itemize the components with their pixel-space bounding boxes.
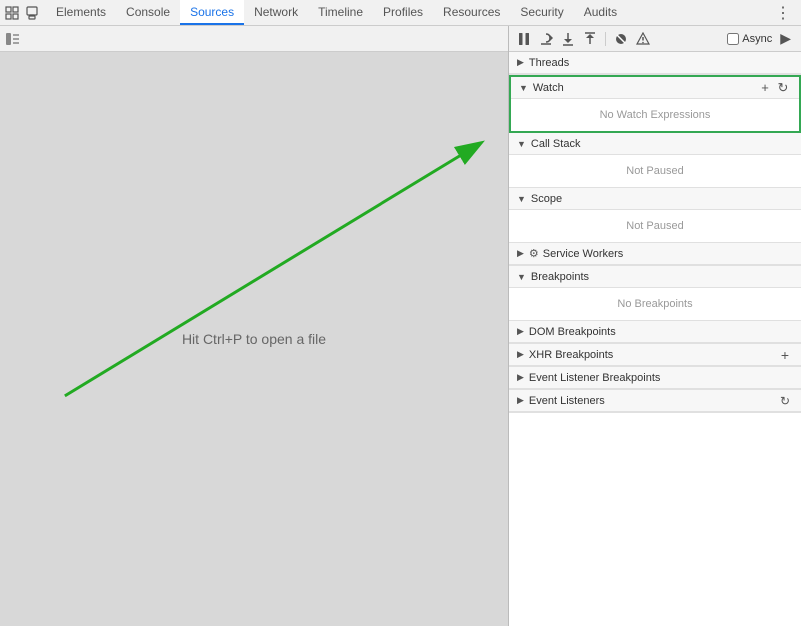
scope-section-title: Scope [531, 193, 793, 205]
step-into-button[interactable] [559, 30, 577, 48]
step-out-button[interactable] [581, 30, 599, 48]
async-checkbox-label: Async [727, 33, 772, 45]
event-listener-breakpoints-section: ▶ Event Listener Breakpoints [509, 367, 801, 390]
xhr-breakpoints-section-header[interactable]: ▶ XHR Breakpoints + [509, 344, 801, 366]
main-tab-bar: Elements Console Sources Network Timelin… [0, 0, 801, 26]
watch-refresh-button[interactable]: ↻ [775, 80, 791, 96]
sources-hint-text: Hit Ctrl+P to open a file [182, 331, 326, 347]
breakpoints-section: ▼ Breakpoints No Breakpoints [509, 266, 801, 321]
tab-console[interactable]: Console [116, 0, 180, 25]
event-listeners-section: ▶ Event Listeners ↻ [509, 390, 801, 413]
scope-triangle: ▼ [517, 194, 526, 204]
watch-add-button[interactable]: + [757, 80, 773, 96]
xhr-breakpoints-triangle: ▶ [517, 349, 524, 360]
sources-toolbar [0, 26, 508, 52]
threads-triangle: ▶ [517, 57, 524, 68]
sources-panel: Hit Ctrl+P to open a file [0, 26, 509, 626]
threads-section: ▶ Threads [509, 52, 801, 75]
right-panel-sections: ▶ Threads ▼ Watch + ↻ No Watch Expressio… [509, 52, 801, 626]
event-listeners-triangle: ▶ [517, 395, 524, 406]
watch-section-title: Watch [533, 82, 755, 94]
event-listeners-refresh-button[interactable]: ↻ [777, 393, 793, 409]
tab-network[interactable]: Network [244, 0, 308, 25]
watch-section: ▼ Watch + ↻ No Watch Expressions [509, 75, 801, 133]
tab-resources[interactable]: Resources [433, 0, 510, 25]
call-stack-status: Not Paused [509, 159, 801, 183]
sidebar-toggle-icon[interactable] [4, 30, 22, 48]
main-container: Hit Ctrl+P to open a file [0, 26, 801, 626]
event-listeners-section-title: Event Listeners [529, 395, 775, 407]
event-listeners-section-header[interactable]: ▶ Event Listeners ↻ [509, 390, 801, 412]
xhr-add-button[interactable]: + [777, 347, 793, 363]
breakpoints-section-body: No Breakpoints [509, 288, 801, 320]
call-stack-section-body: Not Paused [509, 155, 801, 187]
service-workers-section-header[interactable]: ▶ ⚙ Service Workers [509, 243, 801, 265]
xhr-breakpoints-section-title: XHR Breakpoints [529, 349, 775, 361]
dom-breakpoints-section-title: DOM Breakpoints [529, 326, 793, 338]
service-workers-triangle: ▶ [517, 248, 524, 259]
event-listener-breakpoints-section-title: Event Listener Breakpoints [529, 372, 793, 384]
call-stack-section: ▼ Call Stack Not Paused [509, 133, 801, 188]
watch-triangle: ▼ [519, 83, 528, 93]
tab-audits[interactable]: Audits [574, 0, 627, 25]
xhr-breakpoints-section: ▶ XHR Breakpoints + [509, 344, 801, 367]
call-stack-triangle: ▼ [517, 139, 526, 149]
service-workers-gear-icon: ⚙ [529, 247, 539, 260]
scope-section-header[interactable]: ▼ Scope [509, 188, 801, 210]
more-tabs-button[interactable]: ⋮ [769, 3, 797, 23]
right-panel: Async ▶ ▶ Threads ▼ Watch + ↻ [509, 26, 801, 626]
inspect-icon[interactable] [4, 5, 20, 21]
service-workers-section: ▶ ⚙ Service Workers [509, 243, 801, 266]
watch-section-body: No Watch Expressions [511, 99, 799, 131]
threads-section-header[interactable]: ▶ Threads [509, 52, 801, 74]
call-stack-section-header[interactable]: ▼ Call Stack [509, 133, 801, 155]
toolbar-separator-1 [605, 32, 606, 46]
event-listener-breakpoints-section-header[interactable]: ▶ Event Listener Breakpoints [509, 367, 801, 389]
scope-section: ▼ Scope Not Paused [509, 188, 801, 243]
async-checkbox[interactable] [727, 33, 739, 45]
threads-section-title: Threads [529, 57, 793, 69]
device-icon[interactable] [24, 5, 40, 21]
dom-breakpoints-section: ▶ DOM Breakpoints [509, 321, 801, 344]
service-workers-section-title: Service Workers [543, 248, 793, 260]
scope-section-body: Not Paused [509, 210, 801, 242]
pause-on-exceptions-button[interactable] [634, 30, 652, 48]
tab-elements[interactable]: Elements [46, 0, 116, 25]
call-stack-section-title: Call Stack [531, 138, 793, 150]
breakpoints-section-title: Breakpoints [531, 271, 793, 283]
sources-empty-state: Hit Ctrl+P to open a file [0, 52, 508, 626]
dom-breakpoints-triangle: ▶ [517, 326, 524, 337]
tab-security[interactable]: Security [510, 0, 573, 25]
collapse-panel-button[interactable]: ▶ [776, 30, 795, 47]
deactivate-breakpoints-button[interactable] [612, 30, 630, 48]
breakpoints-section-header[interactable]: ▼ Breakpoints [509, 266, 801, 288]
event-listener-breakpoints-triangle: ▶ [517, 372, 524, 383]
scope-status: Not Paused [509, 214, 801, 238]
dom-breakpoints-section-header[interactable]: ▶ DOM Breakpoints [509, 321, 801, 343]
debugger-toolbar: Async ▶ [509, 26, 801, 52]
pause-button[interactable] [515, 30, 533, 48]
tab-profiles[interactable]: Profiles [373, 0, 433, 25]
watch-empty-text: No Watch Expressions [511, 103, 799, 127]
step-over-button[interactable] [537, 30, 555, 48]
tab-sources[interactable]: Sources [180, 0, 244, 25]
watch-section-header[interactable]: ▼ Watch + ↻ [511, 77, 799, 99]
tab-timeline[interactable]: Timeline [308, 0, 373, 25]
breakpoints-empty-text: No Breakpoints [509, 292, 801, 316]
breakpoints-triangle: ▼ [517, 272, 526, 282]
